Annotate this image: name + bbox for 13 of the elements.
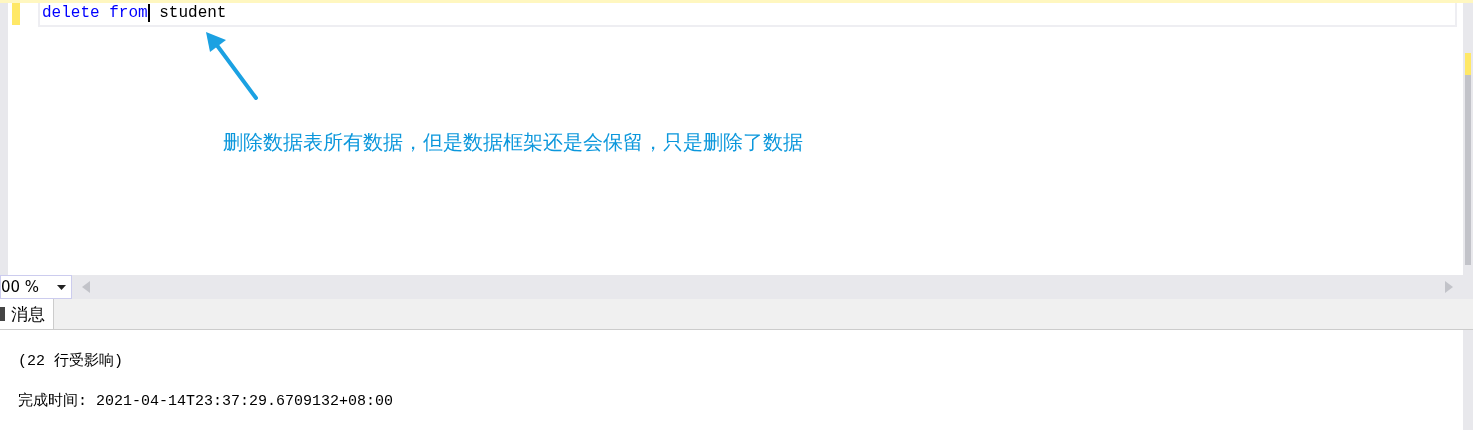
messages-tab[interactable]: 消息 bbox=[0, 299, 54, 329]
message-text: 完成时间: 2021-04-14T23:37:29.6709132+08:00 bbox=[18, 391, 395, 412]
dropdown-caret-icon bbox=[57, 284, 66, 290]
code-line: delete from student bbox=[38, 3, 1457, 27]
annotation-text: 删除数据表所有数据，但是数据框架还是会保留，只是删除了数据 bbox=[223, 129, 804, 156]
document-icon bbox=[0, 307, 5, 321]
scroll-left-icon[interactable] bbox=[82, 281, 90, 293]
message-text: (22 行受影响) bbox=[18, 351, 124, 372]
scroll-right-icon[interactable] bbox=[1445, 281, 1453, 293]
zoom-dropdown[interactable]: 00 % bbox=[0, 275, 72, 299]
vertical-scrollbar[interactable] bbox=[1463, 330, 1473, 430]
change-marker bbox=[12, 3, 20, 25]
code-editor[interactable]: delete from student 删除数据表所有数据，但是数据框架还是会保留，只是删除了数据 bbox=[0, 0, 1473, 276]
